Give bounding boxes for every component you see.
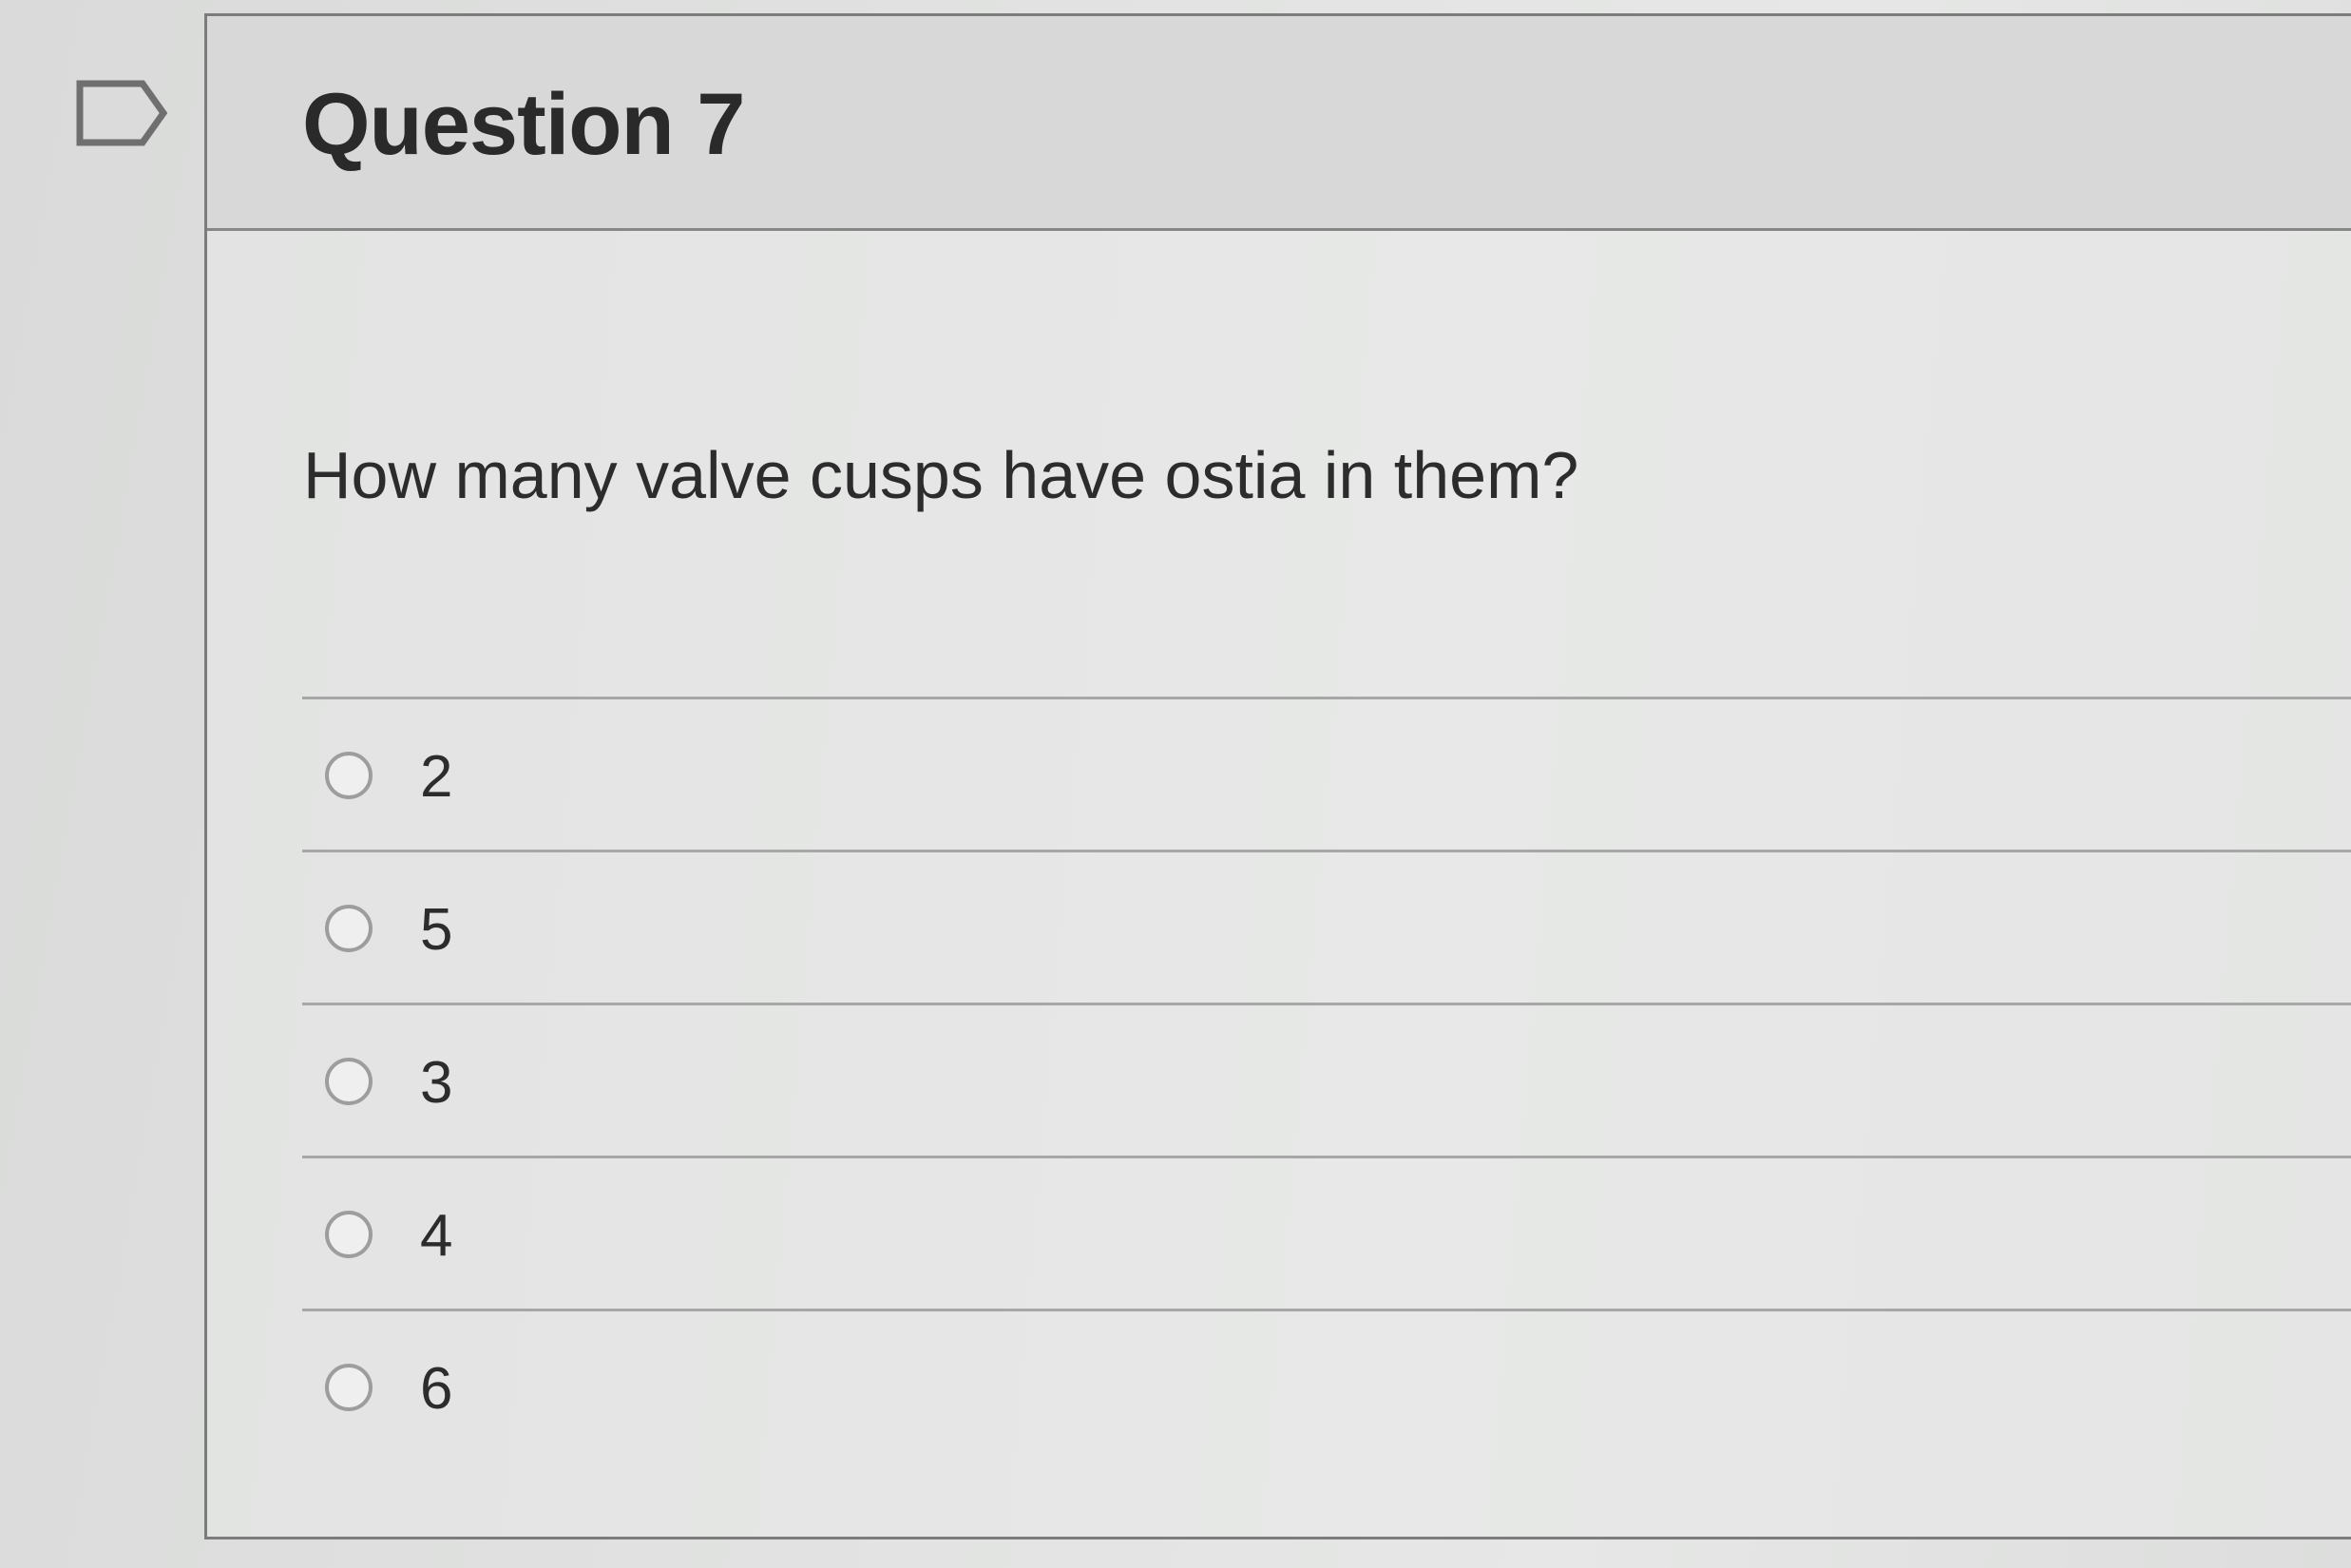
question-text: How many valve cusps have ostia in them? (303, 438, 1579, 512)
question-header: Question 7 (207, 16, 2351, 231)
radio-button[interactable] (325, 1211, 373, 1258)
answer-option[interactable]: 3 (302, 1003, 2351, 1156)
question-title: Question 7 (302, 76, 745, 173)
question-card: Question 7 How many valve cusps have ost… (204, 13, 2351, 1539)
answer-label: 5 (420, 897, 453, 963)
answer-option[interactable]: 5 (302, 850, 2351, 1003)
answer-option[interactable]: 4 (302, 1156, 2351, 1309)
flag-outline-icon (76, 80, 168, 146)
answer-label: 6 (420, 1356, 453, 1422)
radio-button[interactable] (325, 905, 373, 952)
answer-list: 2 5 3 4 6 (302, 697, 2351, 1462)
flag-question-button[interactable] (74, 78, 169, 148)
radio-button[interactable] (325, 752, 373, 799)
answer-label: 2 (420, 744, 453, 810)
radio-button[interactable] (325, 1364, 373, 1411)
radio-button[interactable] (325, 1058, 373, 1105)
question-body: How many valve cusps have ostia in them?… (207, 231, 2351, 1537)
answer-label: 3 (420, 1050, 453, 1116)
answer-option[interactable]: 2 (302, 697, 2351, 850)
answer-label: 4 (420, 1203, 453, 1269)
answer-option[interactable]: 6 (302, 1309, 2351, 1462)
